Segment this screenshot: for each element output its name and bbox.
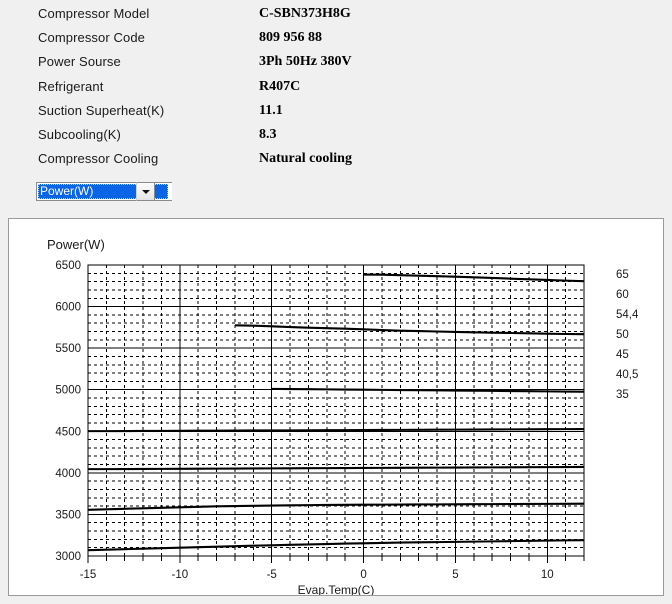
y-tick-label: 6500: [55, 260, 81, 272]
spec-value: C-SBN373H8G: [259, 6, 351, 22]
x-tick-label: 10: [541, 569, 554, 581]
spec-row: Compressor Model C-SBN373H8G: [0, 6, 672, 30]
y-tick-label: 3000: [55, 551, 81, 563]
curve-45: [88, 467, 584, 469]
curve-35: [88, 540, 584, 550]
spec-value: 809 956 88: [259, 30, 322, 46]
y-tick-label: 3500: [55, 509, 81, 521]
chevron-down-icon[interactable]: [136, 182, 155, 201]
spec-row: Subcooling(K) 8.3: [0, 127, 672, 151]
legend-label-35: 35: [616, 389, 629, 401]
spec-value: 3Ph 50Hz 380V: [259, 54, 352, 70]
y-tick-label: 4500: [55, 426, 81, 438]
spec-label: Compressor Model: [38, 6, 149, 21]
compressor-spec-panel: Compressor Model C-SBN373H8G Compressor …: [0, 0, 672, 214]
x-tick-label: 0: [360, 569, 366, 581]
spec-label: Suction Superheat(K): [38, 103, 164, 118]
legend-label-45: 45: [616, 349, 629, 361]
x-tick-label: -15: [80, 569, 97, 581]
y-axis-tick-labels: 3000 3500 4000 4500 5000 5500 6000 6500: [55, 260, 81, 563]
legend-label-54-4: 54,4: [616, 309, 639, 321]
spec-row: Compressor Code 809 956 88: [0, 30, 672, 54]
y-axis-title: Power(W): [47, 237, 105, 252]
spec-row: Refrigerant R407C: [0, 79, 672, 103]
x-axis-title: Evap.Temp(C): [298, 583, 375, 595]
legend-label-60: 60: [616, 289, 629, 301]
spec-label: Compressor Code: [38, 30, 145, 45]
spec-value: Natural cooling: [259, 151, 352, 167]
spec-value: 11.1: [259, 103, 283, 119]
x-tick-label: -10: [172, 569, 189, 581]
minor-gridlines: [88, 265, 584, 556]
spec-label: Compressor Cooling: [38, 151, 158, 166]
legend-label-50: 50: [616, 329, 629, 341]
spec-label: Subcooling(K): [38, 127, 121, 142]
curve-40-5: [88, 504, 584, 510]
curve-65: [364, 275, 584, 282]
spec-row: Power Sourse 3Ph 50Hz 380V: [0, 54, 672, 78]
power-vs-evaptemp-chart: 30003500400045005000550060006500 -15-10-…: [9, 219, 663, 595]
spec-row: Suction Superheat(K) 11.1: [0, 103, 672, 127]
legend-label-40-5: 40,5: [616, 369, 638, 381]
major-gridlines: [88, 265, 584, 556]
plot-frame: [88, 265, 584, 556]
x-axis-ticks: [88, 556, 584, 563]
spec-label: Power Sourse: [38, 54, 121, 69]
x-tick-label: 5: [452, 569, 458, 581]
spec-value: R407C: [259, 79, 300, 95]
legend-group: 65 60 54,4 50 45 40,5 35: [616, 269, 639, 401]
bottom-strip: [0, 597, 672, 604]
chart-panel: 30003500400045005000550060006500 -15-10-…: [8, 218, 664, 596]
chevron-down-glyph: [142, 190, 150, 194]
curve-60: [235, 325, 584, 334]
spec-value: 8.3: [259, 127, 277, 143]
y-tick-label: 5000: [55, 385, 81, 397]
spec-label: Refrigerant: [38, 79, 103, 94]
spec-row: Compressor Cooling Natural cooling: [0, 151, 672, 175]
y-tick-label: 6000: [55, 302, 81, 314]
y-tick-label: 5500: [55, 343, 81, 355]
legend-label-65: 65: [616, 269, 629, 281]
x-axis-tick-labels: -15 -10 -5 0 5 10: [80, 569, 554, 581]
curve-group: [88, 275, 584, 551]
y-tick-label: 4000: [55, 468, 81, 480]
x-tick-label: -5: [267, 569, 277, 581]
